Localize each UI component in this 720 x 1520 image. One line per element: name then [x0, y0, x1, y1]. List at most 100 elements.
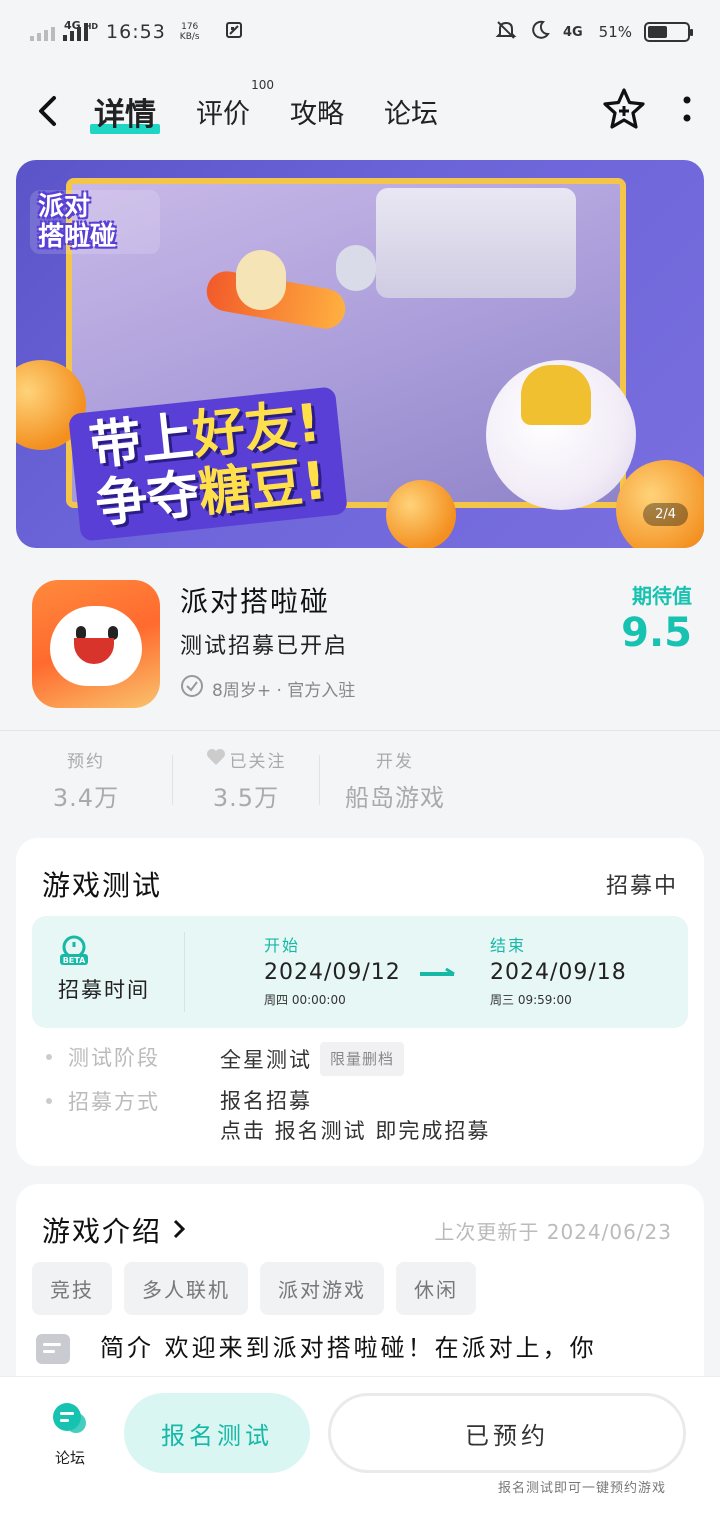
recruit-method-value: 报名招募 点击 报名测试 即完成招募 [220, 1086, 490, 1146]
tab-forum[interactable]: 论坛 [384, 92, 438, 131]
game-test-card: 游戏测试 招募中 BETA 招募时间 开始 2024/09/12 周四 00:0… [16, 838, 704, 1166]
stat-label: 已关注 [173, 747, 319, 772]
recruit-status: 招募中 [605, 874, 678, 899]
start-label: 开始 [264, 936, 301, 955]
bottom-action-bar: 论坛 报名测试 已预约 报名测试即可一键预约游戏 [0, 1376, 720, 1520]
expectation-score: 期待值 9.5 [621, 580, 692, 657]
stats-row: 预约 3.4万 已关注 3.5万 开发 船岛游戏 [0, 740, 720, 820]
back-icon[interactable] [28, 91, 68, 131]
reserved-button[interactable]: 已预约 [328, 1393, 686, 1473]
tag-item[interactable]: 休闲 [396, 1262, 476, 1315]
status-bar: 4G HD 16:53 176 KB/s 4G 51% [0, 0, 720, 64]
divider [0, 730, 720, 731]
expectation-label: 期待值 [632, 584, 692, 608]
arrow-right-icon [418, 966, 458, 985]
network2-label: 4G [562, 24, 583, 40]
heart-icon [206, 748, 226, 771]
network-label: 4G HD [64, 13, 98, 34]
stat-value: 船岛游戏 [345, 784, 445, 812]
recruit-method-row: 招募方式 报名招募 点击 报名测试 即完成招募 [46, 1086, 490, 1146]
screenshot-banner[interactable]: 派对 搭啦碰 带上好友! 争夺糖豆! 2/4 [16, 160, 704, 548]
recruit-time-box: BETA 招募时间 开始 2024/09/12 周四 00:00:00 结束 2… [32, 916, 688, 1028]
banner-appliance [376, 188, 576, 298]
action-hint: 报名测试即可一键预约游戏 [497, 1481, 666, 1496]
end-detail: 周三 09:59:00 [490, 993, 572, 1007]
stat-label-text: 已关注 [229, 752, 287, 772]
moon-icon [529, 19, 551, 46]
slogan-part-3: 争夺 [92, 464, 203, 535]
document-icon [36, 1334, 70, 1368]
app-icon [32, 580, 160, 708]
bullet [46, 1054, 52, 1060]
top-nav: 详情 评价 100 攻略 论坛 [0, 70, 720, 152]
network-rate: 176 KB/s [180, 22, 200, 42]
tab-details[interactable]: 详情 [90, 89, 160, 134]
stat-developer[interactable]: 开发 船岛游戏 [320, 747, 470, 813]
reviews-count-badge: 100 [251, 77, 274, 92]
tab-guides[interactable]: 攻略 [290, 92, 344, 131]
network-sup: HD [84, 21, 99, 31]
tab-reviews[interactable]: 评价 100 [196, 78, 274, 131]
test-stage-value: 全星测试 限量删档 [220, 1042, 405, 1076]
recruit-method-text: 报名招募 [220, 1089, 312, 1113]
forum-label: 论坛 [54, 1449, 85, 1467]
banner-character-hat [521, 365, 591, 425]
test-stage-key: 测试阶段 [68, 1046, 160, 1070]
vertical-separator [184, 932, 185, 1012]
network-type: 4G [64, 18, 81, 32]
banner-page-counter: 2/4 [643, 503, 688, 526]
screenshot-icon [224, 20, 244, 45]
test-stage-row: 测试阶段 全星测试 限量删档 [46, 1042, 490, 1076]
app-meta: 8周岁+ · 官方入驻 [180, 674, 355, 703]
intro-title-link[interactable]: 游戏介绍 [42, 1210, 186, 1250]
signup-test-button[interactable]: 报名测试 [124, 1393, 310, 1473]
star-add-icon[interactable] [602, 87, 646, 135]
banner-slogan: 带上好友! 争夺糖豆! [68, 386, 348, 542]
tag-item[interactable]: 派对游戏 [260, 1262, 384, 1315]
logo-line-1: 派对 [38, 192, 91, 222]
forum-button[interactable]: 论坛 [40, 1401, 100, 1468]
banner-game-logo: 派对 搭啦碰 [30, 190, 160, 254]
check-circle-icon [180, 674, 204, 703]
clock: 16:53 [106, 21, 166, 43]
intro-title: 游戏介绍 [42, 1215, 163, 1248]
more-icon[interactable] [682, 94, 692, 128]
end-label: 结束 [490, 936, 527, 955]
app-info: 派对搭啦碰 测试招募已开启 8周岁+ · 官方入驻 期待值 9.5 [0, 570, 720, 730]
battery-percent: 51% [598, 23, 632, 41]
tag-item[interactable]: 多人联机 [124, 1262, 248, 1315]
last-updated: 上次更新于 2024/06/23 [434, 1220, 672, 1244]
tag-item[interactable]: 竞技 [32, 1262, 112, 1315]
banner-player [236, 250, 286, 310]
logo-line-2: 搭啦碰 [38, 222, 117, 252]
stat-reservations: 预约 3.4万 [0, 747, 172, 813]
tag-list: 竞技 多人联机 派对游戏 休闲 [32, 1262, 476, 1315]
end-time: 结束 2024/09/18 周三 09:59:00 [490, 932, 627, 1008]
app-meta-text: 8周岁+ · 官方入驻 [212, 681, 356, 701]
stat-label: 开发 [376, 752, 414, 772]
stat-value: 3.4万 [52, 784, 120, 812]
app-subtitle: 测试招募已开启 [180, 634, 349, 659]
expectation-value: 9.5 [621, 610, 692, 656]
mute-icon [495, 19, 517, 46]
svg-text:BETA: BETA [63, 956, 86, 965]
test-stage-tag: 限量删档 [320, 1042, 405, 1076]
rate-value: 176 [181, 22, 199, 32]
recruit-time-label: 招募时间 [58, 978, 150, 1002]
start-time: 开始 2024/09/12 周四 00:00:00 [264, 932, 401, 1008]
recruit-method-desc: 点击 报名测试 即完成招募 [220, 1119, 491, 1143]
chevron-right-icon [172, 1214, 186, 1247]
banner-orb [386, 480, 456, 548]
start-date: 2024/09/12 [264, 960, 401, 985]
signal-icon [30, 23, 55, 41]
test-details: 测试阶段 全星测试 限量删档 招募方式 报名招募 点击 报名测试 即完成招募 [46, 1042, 490, 1156]
stat-value: 3.5万 [212, 784, 280, 812]
slogan-part-4: 糖豆! [195, 450, 330, 524]
banner-player [336, 245, 376, 291]
beta-clock-icon: BETA [58, 934, 90, 970]
test-stage-text: 全星测试 [220, 1048, 312, 1072]
battery-fill [648, 26, 668, 38]
stat-label: 预约 [67, 752, 105, 772]
tab-reviews-label: 评价 [196, 98, 250, 130]
stat-followers[interactable]: 已关注 3.5万 [173, 747, 319, 813]
